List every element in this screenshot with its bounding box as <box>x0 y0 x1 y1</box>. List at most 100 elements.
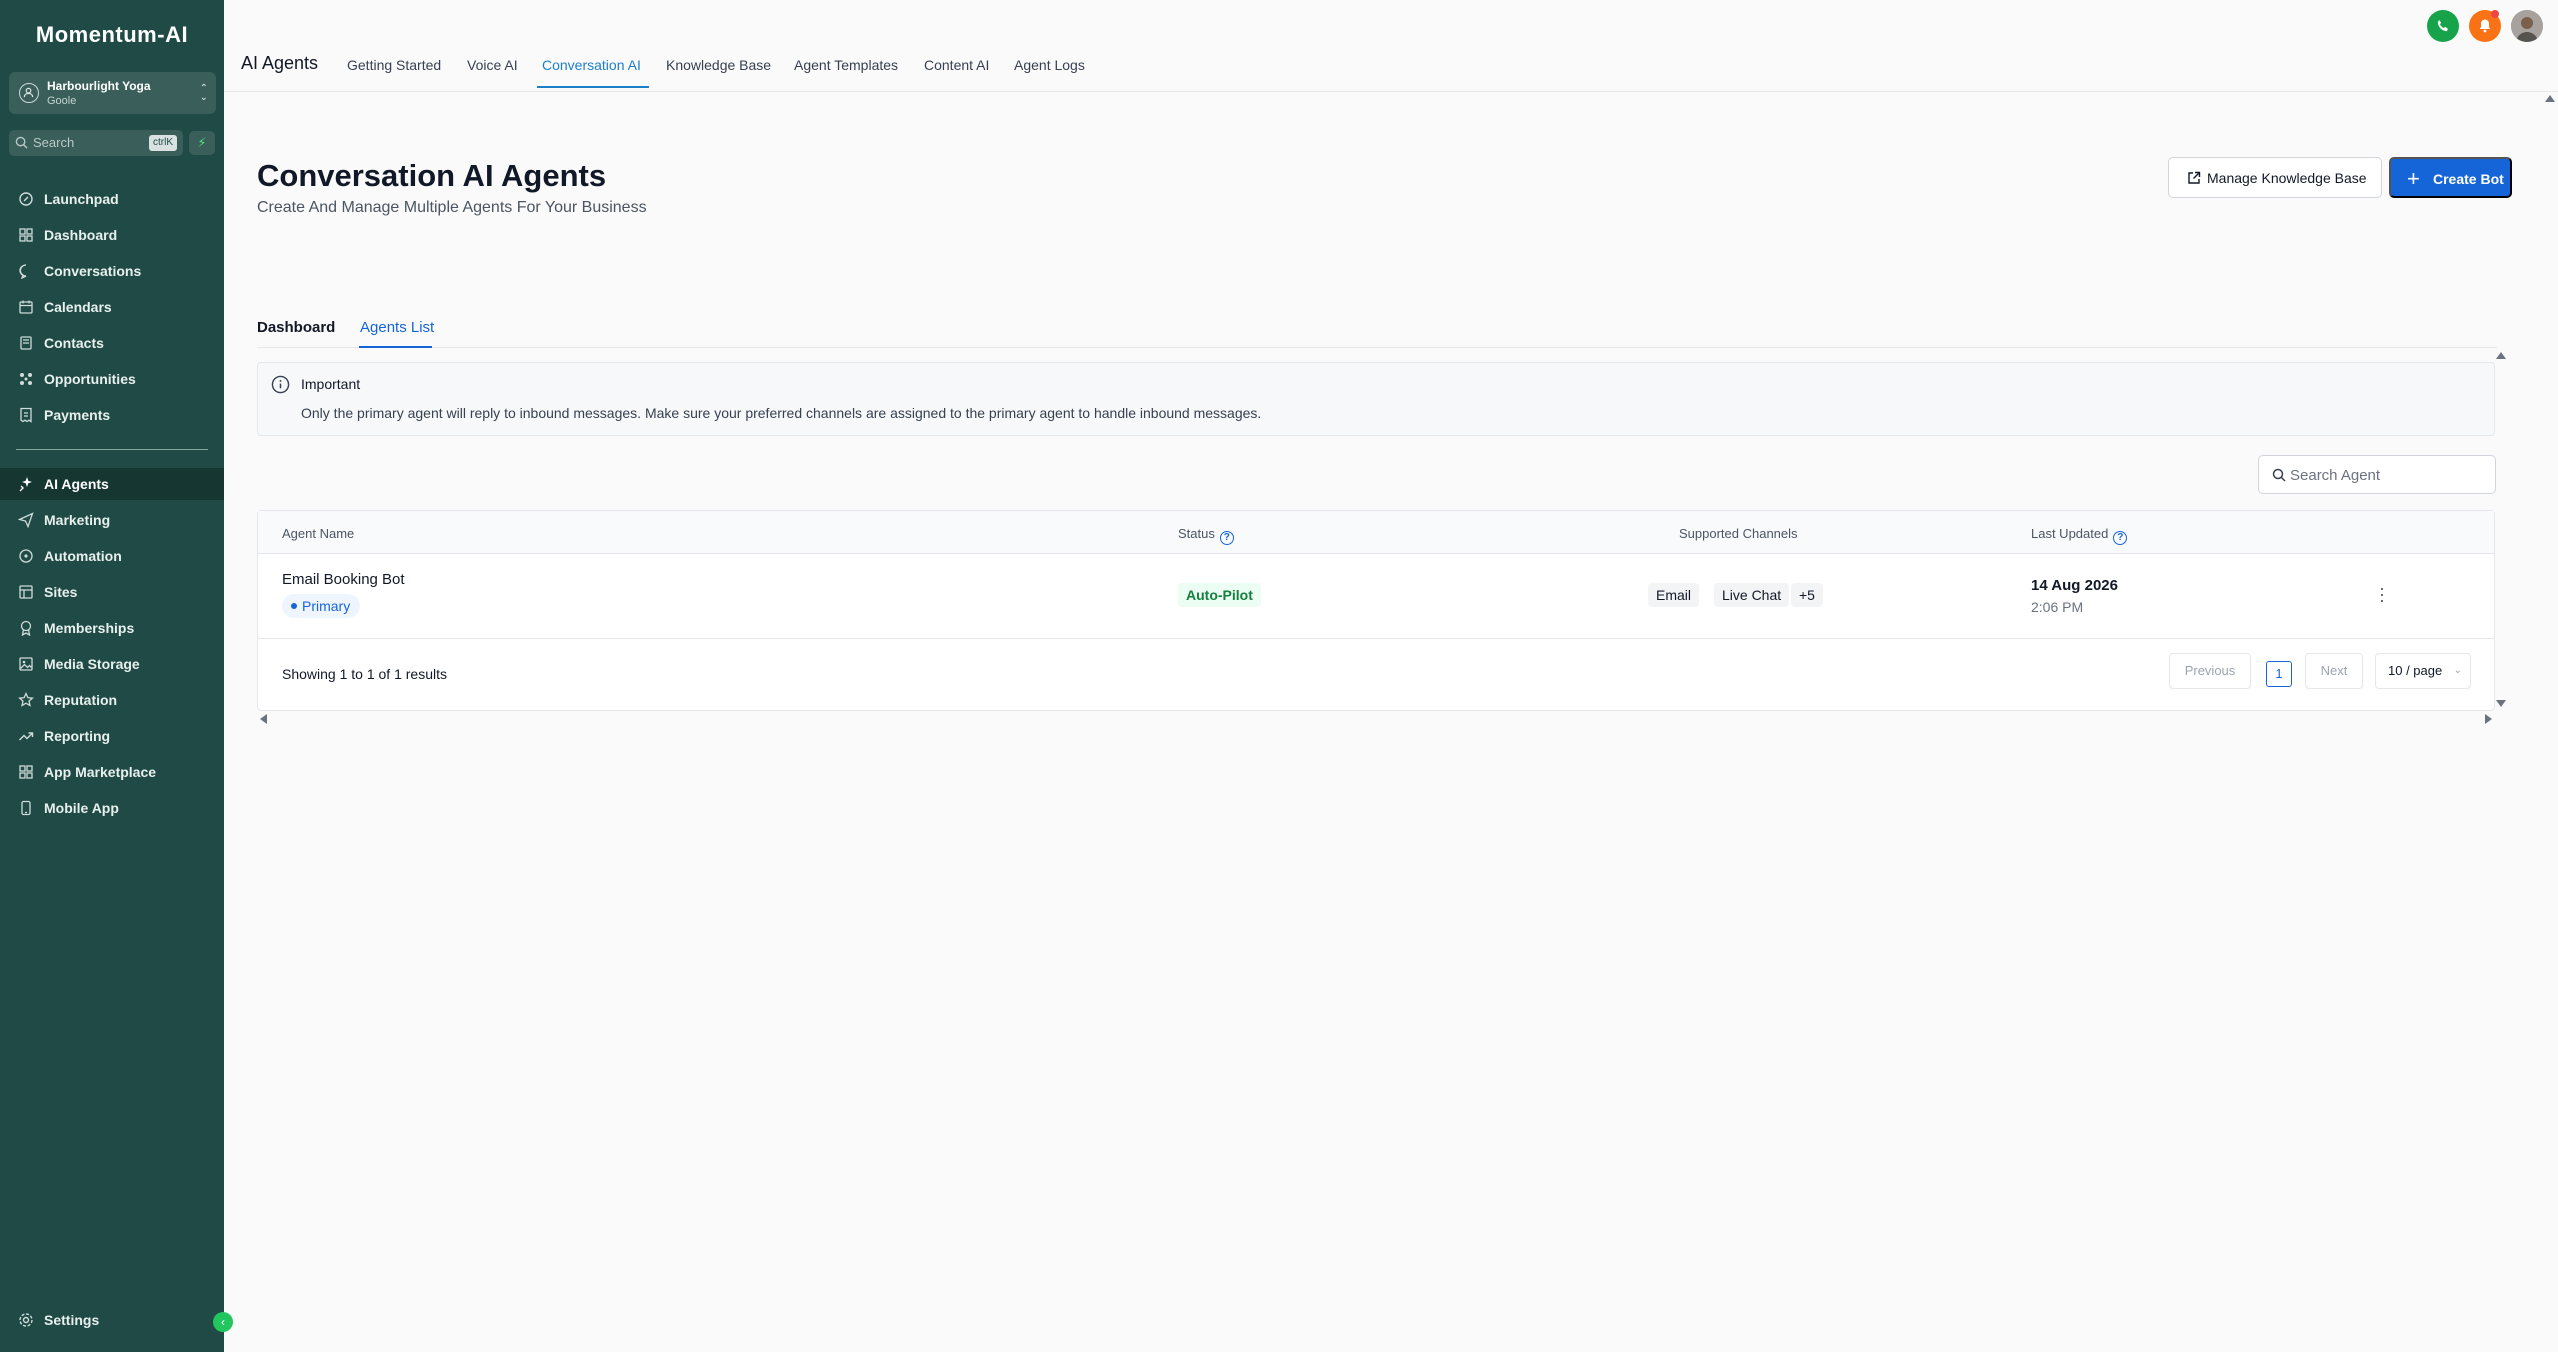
bell-icon <box>2479 19 2491 33</box>
sidebar-item-reporting[interactable]: Reporting <box>0 720 224 752</box>
tab-getting-started[interactable]: Getting Started <box>347 57 441 73</box>
subtab-dashboard[interactable]: Dashboard <box>257 319 335 336</box>
notifications-button[interactable] <box>2469 10 2501 42</box>
tab-agent-logs[interactable]: Agent Logs <box>1014 57 1085 73</box>
sidebar-item-label: Mobile App <box>44 800 119 816</box>
send-icon <box>18 512 34 528</box>
chevron-down-icon: ⌄ <box>2453 665 2462 676</box>
search-agent-input[interactable] <box>2290 464 2486 486</box>
sidebar-item-automation[interactable]: Automation <box>0 540 224 572</box>
app-logo[interactable]: Momentum-AI <box>0 22 224 48</box>
sidebar-item-conversations[interactable]: Conversations <box>0 255 224 287</box>
sidebar-item-label: Dashboard <box>44 227 118 243</box>
section-title: AI Agents <box>241 53 319 73</box>
page-subtitle: Create And Manage Multiple Agents For Yo… <box>257 199 647 216</box>
search-agent-field[interactable] <box>2258 455 2496 494</box>
last-updated-help-icon[interactable]: ? <box>2113 531 2128 545</box>
sidebar-item-media-storage[interactable]: Media Storage <box>0 648 224 680</box>
tab-knowledge-base[interactable]: Knowledge Base <box>666 57 771 73</box>
sidebar-item-settings[interactable]: Settings <box>0 1304 224 1336</box>
rocket-icon <box>19 192 33 206</box>
account-location: Goole <box>47 95 77 107</box>
sidebar-item-label: Launchpad <box>44 191 119 207</box>
sidebar-item-dashboard[interactable]: Dashboard <box>0 219 224 251</box>
column-last-updated-label: Last Updated <box>2031 526 2109 541</box>
sidebar-item-label: AI Agents <box>44 476 109 492</box>
alert-heading: Important <box>301 376 361 392</box>
sidebar-item-label: Contacts <box>44 335 104 351</box>
sidebar-item-reputation[interactable]: Reputation <box>0 684 224 716</box>
page-size-select[interactable]: 10 / page ⌄ <box>2375 653 2471 689</box>
top-nav: AI Agents Getting Started Voice AI Conve… <box>224 0 2558 92</box>
sidebar-item-label: Calendars <box>44 299 112 315</box>
tab-agent-templates[interactable]: Agent Templates <box>794 57 898 73</box>
row-actions-kebab-icon[interactable]: · · · <box>2372 579 2392 609</box>
column-agent-name: Agent Name <box>282 526 355 541</box>
channel-badge-more[interactable]: +5 <box>1791 583 1823 607</box>
sidebar-item-ai-agents[interactable]: AI Agents <box>0 468 224 500</box>
sidebar-item-label: Conversations <box>44 263 142 279</box>
sidebar-item-opportunities[interactable]: Opportunities <box>0 363 224 395</box>
search-shortcut: ctrlK <box>149 135 177 151</box>
column-status-label: Status <box>1178 526 1215 541</box>
phone-button[interactable] <box>2427 10 2459 42</box>
tab-content-ai[interactable]: Content AI <box>924 57 989 73</box>
sidebar-item-memberships[interactable]: Memberships <box>0 612 224 644</box>
page-number-button[interactable]: 1 <box>2266 661 2292 687</box>
sidebar-search[interactable]: Search ctrlK <box>9 130 183 156</box>
sidebar-divider <box>16 449 208 450</box>
apps-icon <box>19 765 33 779</box>
sidebar-item-calendars[interactable]: Calendars <box>0 291 224 323</box>
table-header: Agent Name Status? Supported Channels La… <box>258 511 2494 554</box>
active-subtab-indicator <box>359 346 432 348</box>
quick-action-bolt-icon[interactable]: ⚡ <box>189 131 215 155</box>
tab-conversation-ai[interactable]: Conversation AI <box>542 57 641 73</box>
trend-icon <box>19 732 34 741</box>
account-name: Harbourlight Yoga <box>47 79 151 93</box>
page-size-value: 10 / page <box>2388 663 2443 678</box>
notification-dot <box>2491 10 2499 18</box>
sidebar-item-contacts[interactable]: Contacts <box>0 327 224 359</box>
sidebar-item-payments[interactable]: Payments <box>0 399 224 431</box>
sidebar-search-placeholder: Search <box>33 135 75 150</box>
table-row[interactable]: Email Booking Bot Primary Auto-Pilot Ema… <box>258 555 2494 639</box>
next-page-button[interactable]: Next <box>2305 653 2363 689</box>
last-updated-date: 14 Aug 2026 <box>2031 577 2118 594</box>
tab-voice-ai[interactable]: Voice AI <box>467 57 518 73</box>
contacts-icon <box>20 336 32 350</box>
search-icon <box>15 136 28 149</box>
sidebar-item-launchpad[interactable]: Launchpad <box>0 183 224 215</box>
sidebar-item-mobile-app[interactable]: Mobile App <box>0 792 224 824</box>
channel-badge-live-chat: Live Chat <box>1714 583 1790 607</box>
sidebar-item-label: Opportunities <box>44 371 136 387</box>
sidebar-item-marketing[interactable]: Marketing <box>0 504 224 536</box>
primary-badge: Primary <box>282 594 361 618</box>
scroll-down-icon[interactable] <box>2496 700 2506 707</box>
user-avatar[interactable] <box>2511 10 2543 42</box>
page-title: Conversation AI Agents <box>257 158 607 193</box>
alert-body: Only the primary agent will reply to inb… <box>301 405 1262 421</box>
collapse-sidebar-icon[interactable]: ‹ <box>213 1312 233 1332</box>
grid-icon <box>19 228 33 242</box>
create-bot-button[interactable]: + Create Bot <box>2389 157 2512 198</box>
calendar-icon <box>19 300 33 314</box>
scroll-right-icon[interactable] <box>2485 714 2492 724</box>
manage-knowledge-base-label: Manage Knowledge Base <box>2207 170 2367 186</box>
sidebar-item-sites[interactable]: Sites <box>0 576 224 608</box>
agent-name[interactable]: Email Booking Bot <box>282 571 405 588</box>
sidebar-item-label: Reputation <box>44 692 118 708</box>
account-switcher[interactable]: Harbourlight Yoga Goole ⌃ ⌄ <box>9 72 216 114</box>
manage-knowledge-base-button[interactable]: Manage Knowledge Base <box>2168 157 2382 198</box>
status-help-icon[interactable]: ? <box>1219 531 1234 545</box>
sidebar-item-app-marketplace[interactable]: App Marketplace <box>0 756 224 788</box>
subtab-agents-list[interactable]: Agents List <box>360 319 434 336</box>
scroll-up-icon[interactable] <box>2496 352 2506 359</box>
previous-page-button[interactable]: Previous <box>2169 653 2251 689</box>
channel-badge-email: Email <box>1648 583 1700 607</box>
sidebar-item-label: Media Storage <box>44 656 140 672</box>
column-status: Status? <box>1178 526 1234 545</box>
page-scroll-up-icon[interactable] <box>2545 95 2555 102</box>
create-bot-label: Create Bot <box>2433 171 2504 187</box>
last-updated-time: 2:06 PM <box>2031 599 2084 615</box>
scroll-left-icon[interactable] <box>260 714 267 724</box>
